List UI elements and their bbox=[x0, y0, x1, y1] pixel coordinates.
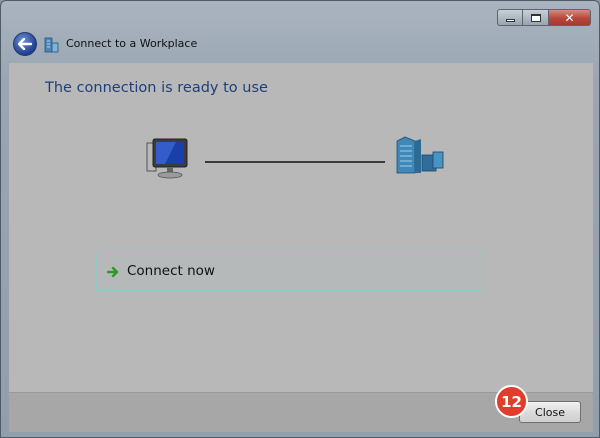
close-icon: ✕ bbox=[564, 10, 575, 25]
window-title: Connect to a Workplace bbox=[66, 37, 198, 50]
back-button[interactable] bbox=[13, 32, 37, 56]
green-arrow-icon bbox=[107, 266, 119, 278]
maximize-button[interactable] bbox=[523, 9, 549, 26]
wizard-window: ✕ Connect to a Workplace The connection … bbox=[0, 0, 600, 438]
wizard-content: The connection is ready to use Connect n… bbox=[9, 63, 593, 392]
workplace-icon bbox=[44, 37, 59, 53]
connection-line bbox=[205, 161, 385, 163]
connect-now-option[interactable]: Connect now bbox=[96, 251, 486, 291]
window-close-button[interactable]: ✕ bbox=[549, 9, 591, 26]
computer-icon bbox=[146, 138, 188, 179]
close-button[interactable]: Close bbox=[519, 401, 581, 423]
workplace-network-icon bbox=[396, 136, 444, 174]
step-number-badge: 12 bbox=[495, 385, 528, 418]
maximize-icon bbox=[530, 13, 541, 22]
connect-now-label: Connect now bbox=[127, 263, 215, 279]
caption-buttons: ✕ bbox=[497, 9, 591, 26]
back-arrow-icon bbox=[18, 38, 32, 50]
minimize-icon bbox=[505, 18, 515, 22]
page-heading: The connection is ready to use bbox=[45, 80, 268, 96]
minimize-button[interactable] bbox=[497, 9, 523, 26]
